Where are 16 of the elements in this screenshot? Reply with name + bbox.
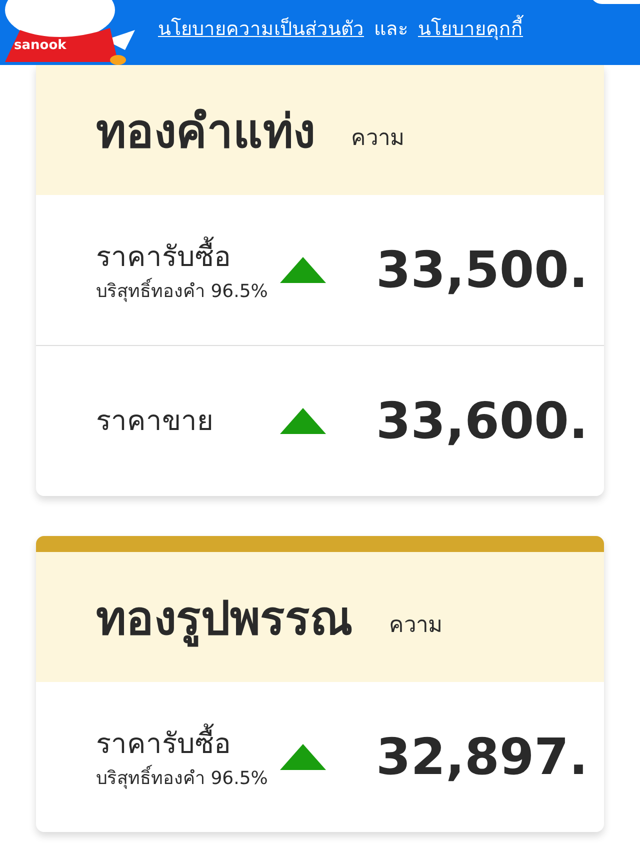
purity-label: บริสุทธิ์ทองคำ 96.5% — [96, 278, 280, 304]
card-title: ทองรูปพรรณ — [96, 580, 353, 654]
price-value: 33,600. — [376, 392, 588, 450]
unit-label: ความ — [389, 612, 443, 640]
logo-text: sanook — [14, 38, 66, 53]
cookie-policy-link[interactable]: นโยบายคุกกี้ — [418, 13, 523, 43]
conjunction-text: และ — [374, 17, 408, 42]
price-value: 32,897. — [376, 728, 588, 786]
price-label: ราคารับซื้อ — [96, 236, 280, 278]
price-label: ราคารับซื้อ — [96, 722, 280, 764]
price-label: ราคาขาย — [96, 403, 214, 439]
card-title: ทองคำแท่ง — [96, 102, 315, 160]
unit-label: ความ — [351, 124, 405, 152]
purity-label: บริสุทธิ์ทองคำ 96.5% — [96, 764, 280, 792]
price-value: 33,500. — [376, 241, 588, 299]
privacy-policy-link[interactable]: นโยบายความเป็นส่วนตัว — [158, 13, 364, 43]
